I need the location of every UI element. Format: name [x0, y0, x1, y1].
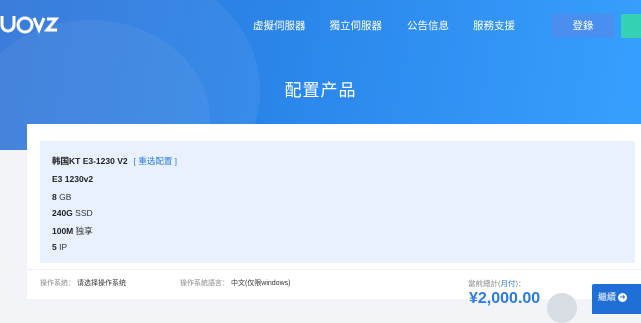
spec-unit: SSD — [72, 208, 93, 218]
login-button[interactable]: 登錄 — [552, 14, 614, 38]
spec-ip: 5 IP — [52, 242, 67, 252]
product-name: 韩国KT E3-1230 V2 — [52, 156, 128, 166]
spec-value: E3 1230v2 — [52, 174, 94, 184]
site-logo[interactable] — [0, 10, 62, 38]
support-avatar[interactable] — [547, 293, 577, 323]
order-footer: 操作系統： 请选择操作系统 操作系統語言： 中文(仅限windows) 當前總計… — [27, 269, 641, 323]
arrow-right-icon: ➜ — [618, 293, 628, 303]
config-summary: 韩国KT E3-1230 V2 [ 重选配置 ] E3 1230v2 8 GB 2… — [40, 141, 635, 263]
continue-label: 繼續 — [598, 292, 617, 302]
nav-announcements[interactable]: 公告信息 — [407, 16, 449, 36]
total-price: ¥2,000.00 — [469, 290, 541, 307]
spec-ram: 8 GB — [52, 192, 71, 202]
register-button[interactable] — [621, 14, 641, 38]
os-language-label: 操作系統語言： — [180, 280, 229, 287]
os-language-select[interactable]: 中文(仅限windows) — [231, 280, 291, 287]
spec-unit: GB — [56, 192, 72, 202]
spec-bandwidth: 100M 独享 — [52, 225, 93, 237]
nav-dedicated-servers[interactable]: 獨立伺服器 — [330, 16, 383, 36]
continue-button[interactable]: 繼續 ➜ — [592, 284, 641, 314]
os-language-field: 操作系統語言： 中文(仅限windows) — [180, 278, 290, 288]
price-label-end: )： — [515, 279, 526, 288]
product-name-row: 韩国KT E3-1230 V2 [ 重选配置 ] — [52, 155, 177, 167]
price-label: 當前總計(月付)： — [468, 278, 526, 289]
spec-value: 100M — [52, 226, 74, 236]
spec-cpu: E3 1230v2 — [52, 174, 93, 184]
spec-unit: IP — [56, 242, 68, 252]
logo-mark-icon — [0, 16, 60, 34]
spec-unit: 独享 — [73, 226, 93, 236]
nav-support[interactable]: 服務支援 — [473, 16, 515, 36]
billing-cycle: 月付 — [500, 279, 516, 288]
spec-disk: 240G SSD — [52, 208, 93, 218]
config-card: 韩国KT E3-1230 V2 [ 重选配置 ] E3 1230v2 8 GB 2… — [27, 124, 641, 323]
nav-virtual-servers[interactable]: 虚擬伺服器 — [253, 16, 306, 36]
main-nav: 虚擬伺服器 獨立伺服器 公告信息 服務支援 — [253, 16, 539, 36]
page-title: 配置产品 — [284, 81, 357, 100]
os-label: 操作系統： — [40, 280, 75, 287]
spec-value: 240G — [52, 208, 73, 218]
reselect-link[interactable]: [ 重选配置 ] — [134, 156, 177, 166]
os-field: 操作系統： 请选择操作系统 — [40, 278, 126, 288]
price-label-text: 當前總計( — [468, 279, 501, 288]
os-select[interactable]: 请选择操作系统 — [77, 280, 126, 287]
